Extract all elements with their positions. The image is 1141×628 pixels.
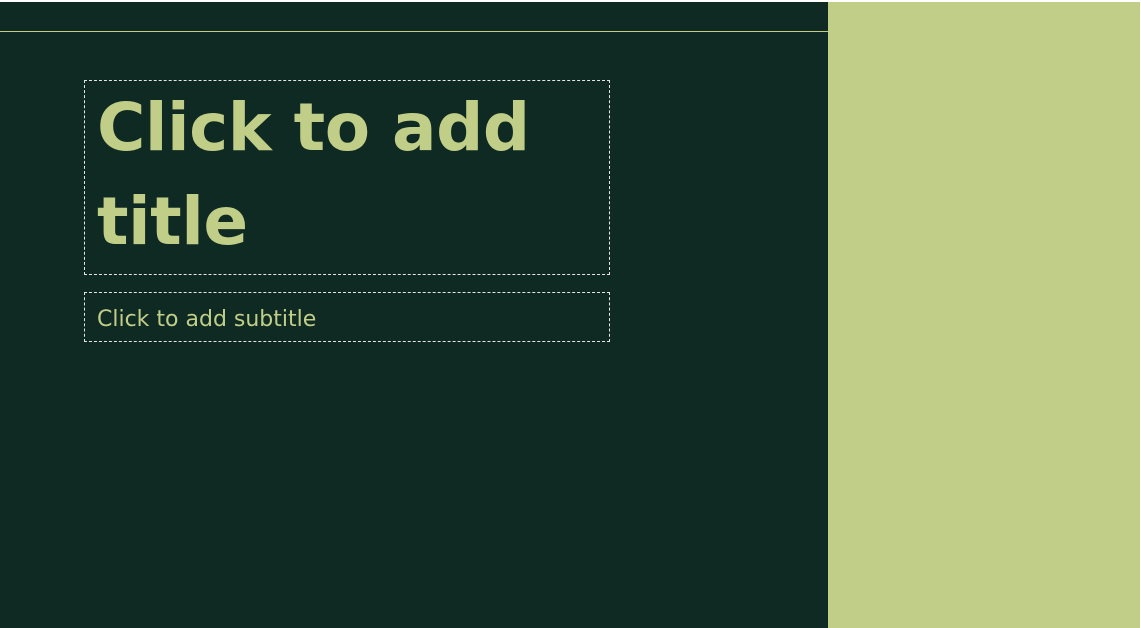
top-divider-line [0, 31, 828, 32]
accent-side-panel [828, 2, 1140, 628]
slide-canvas[interactable]: Click to add title Click to add subtitle [0, 0, 1141, 628]
title-placeholder[interactable]: Click to add title [84, 80, 610, 275]
subtitle-placeholder-text: Click to add subtitle [97, 307, 317, 332]
subtitle-placeholder[interactable]: Click to add subtitle [84, 292, 610, 342]
title-placeholder-text: Click to add title [97, 89, 530, 260]
